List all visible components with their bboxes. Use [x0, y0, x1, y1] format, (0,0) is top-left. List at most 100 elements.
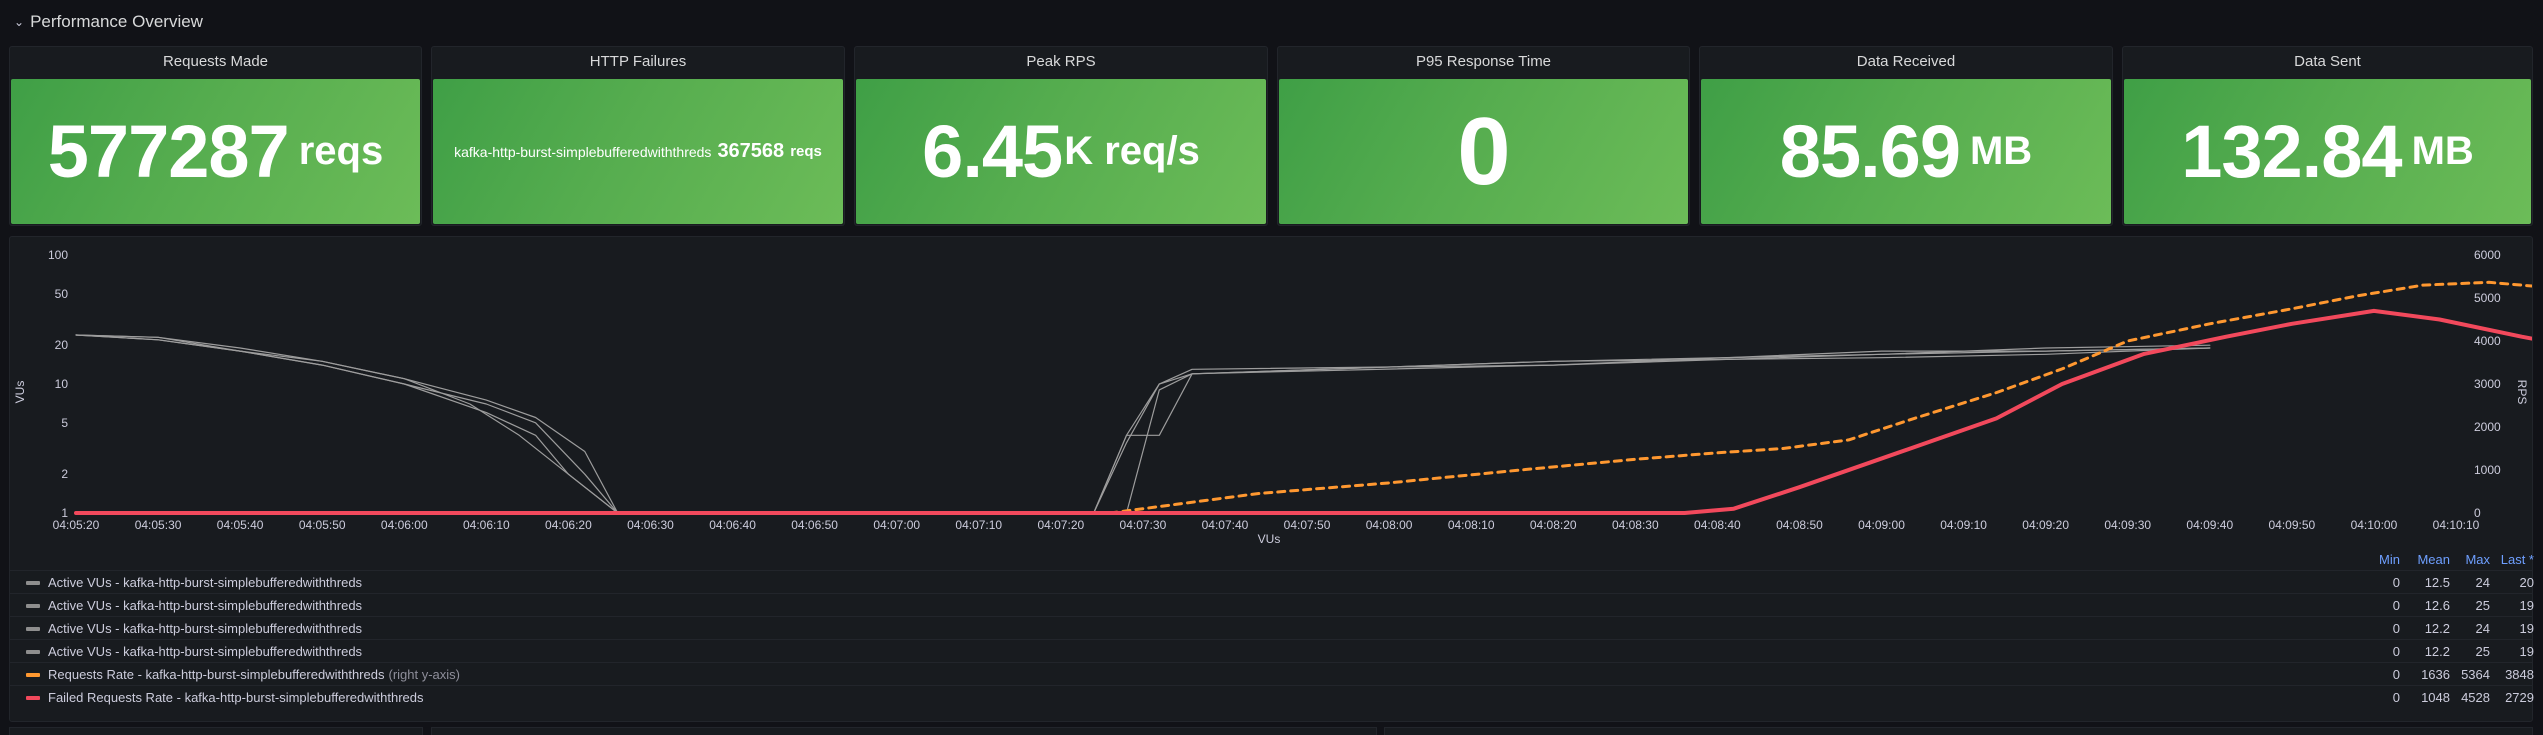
series-line-active-vus	[75, 334, 2211, 514]
stat-value: 577287	[47, 110, 290, 193]
legend-row[interactable]: Active VUs - kafka-http-burst-simplebuff…	[10, 593, 2534, 616]
timeseries-chart[interactable]: 125102050100 0100020003000400050006000 0…	[10, 237, 2532, 547]
x-axis-tick-label: 04:05:50	[299, 518, 346, 532]
stat-panel-data-received[interactable]: Data Received 85.69 MB	[1699, 46, 2113, 226]
legend-swatch	[26, 650, 40, 654]
right-axis-label: RPS	[2515, 380, 2529, 405]
right-axis-tick-label: 6000	[2474, 248, 2501, 262]
left-axis-tick-label: 100	[48, 248, 68, 262]
series-line-active-vus	[75, 334, 2211, 514]
x-axis-tick-label: 04:09:10	[1940, 518, 1987, 532]
legend-swatch	[26, 604, 40, 608]
legend-row[interactable]: Active VUs - kafka-http-burst-simplebuff…	[10, 570, 2534, 593]
graph-panel-vus-rps[interactable]: 1 2 5 10 20 50 100 0 1000 2000 3000 4000 5000 6000 0…	[9, 236, 2534, 722]
stat-title: Data Sent	[2294, 53, 2361, 70]
stat-title: Requests Made	[162, 53, 269, 70]
stat-panel-http-failures[interactable]: HTTP Failures kafka-http-burst-simplebuf…	[431, 46, 845, 226]
legend-last: 20	[2519, 575, 2534, 590]
x-axis-tick-label: 04:10:00	[2351, 518, 2398, 532]
left-axis-label: VUs	[13, 381, 27, 404]
x-axis-tick-label: 04:08:50	[1776, 518, 1823, 532]
x-axis-tick-label: 04:06:20	[545, 518, 592, 532]
x-axis-tick-label: 04:06:10	[463, 518, 510, 532]
stat-unit: reqs	[790, 143, 822, 160]
stat-unit: reqs	[298, 129, 384, 173]
stat-value: 6.45	[922, 110, 1063, 193]
legend-last: 3848	[2505, 667, 2534, 682]
legend-swatch	[26, 581, 40, 585]
stat-unit: K req/s	[1064, 129, 1200, 173]
x-axis-tick-label: 04:09:20	[2022, 518, 2069, 532]
stat-title: P95 Response Time	[1415, 53, 1552, 70]
legend-row[interactable]: Active VUs - kafka-http-burst-simplebuff…	[10, 639, 2534, 662]
legend-series-note: (right y-axis)	[388, 667, 460, 682]
legend-series-name: Requests Rate - kafka-http-burst-simpleb…	[48, 667, 460, 682]
x-axis-tick-label: 04:09:40	[2186, 518, 2233, 532]
legend-last: 19	[2519, 644, 2534, 659]
series-layer	[74, 280, 2532, 515]
legend-header-last[interactable]: Last *	[2474, 552, 2534, 567]
x-axis-tick-label: 04:07:40	[1202, 518, 1249, 532]
x-axis-tick-label: 04:09:30	[2104, 518, 2151, 532]
left-axis-tick-label: 20	[55, 338, 69, 352]
legend-series-name: Active VUs - kafka-http-burst-simplebuff…	[48, 621, 363, 636]
next-panel-3	[1384, 727, 2533, 735]
stat-value-area: 0	[1279, 79, 1688, 224]
stat-value: 367568	[717, 140, 785, 162]
legend-header: Min Mean Max Last *	[10, 548, 2534, 570]
stat-unit: MB	[2411, 129, 2474, 173]
legend-swatch	[26, 627, 40, 631]
stat-title: HTTP Failures	[589, 53, 687, 70]
x-axis-tick-label: 04:06:00	[381, 518, 428, 532]
stat-value: 0	[1457, 97, 1510, 205]
next-panel-2	[431, 727, 1377, 735]
x-axis-tick-label: 04:09:00	[1858, 518, 1905, 532]
stat-panel-p95-response-time[interactable]: P95 Response Time 0	[1277, 46, 1690, 226]
x-axis-tick-label: 04:06:40	[709, 518, 756, 532]
x-axis-tick-label: 04:10:10	[2433, 518, 2480, 532]
right-axis-tick-label: 3000	[2474, 377, 2501, 391]
chevron-down-icon: ⌄	[14, 15, 25, 29]
right-axis-tick-label: 2000	[2474, 420, 2501, 434]
legend-swatch	[26, 696, 40, 700]
x-axis-tick-label: 04:08:20	[1530, 518, 1577, 532]
legend-last: 2729	[2505, 690, 2534, 705]
x-axis-ticks: 04:05:20 04:05:30 04:05:40 04:05:50 04:06:00…	[53, 518, 2480, 532]
stat-value-area: 6.45 K req/s	[856, 79, 1266, 224]
stat-title: Data Received	[1856, 53, 1956, 70]
legend-series-name: Active VUs - kafka-http-burst-simplebuff…	[48, 598, 363, 613]
right-axis-tick-label: 5000	[2474, 291, 2501, 305]
x-axis-label: VUs	[1258, 532, 1281, 546]
stat-value-area: kafka-http-burst-simplebufferedwiththred…	[433, 79, 843, 224]
x-axis-tick-label: 04:08:00	[1366, 518, 1413, 532]
legend-row[interactable]: Requests Rate - kafka-http-burst-simpleb…	[10, 662, 2534, 685]
left-axis-ticks: 125102050100	[48, 248, 68, 520]
legend-row[interactable]: Active VUs - kafka-http-burst-simplebuff…	[10, 616, 2534, 639]
next-panel-1	[9, 727, 423, 735]
series-line-failed-requests	[74, 308, 2532, 515]
series-line-active-vus	[75, 334, 2211, 514]
legend-swatch	[26, 673, 40, 677]
left-axis-tick-label: 50	[55, 287, 69, 301]
left-axis-tick-label: 5	[61, 416, 68, 430]
left-axis-tick-label: 2	[61, 467, 68, 481]
legend-row[interactable]: Failed Requests Rate - kafka-http-burst-…	[10, 685, 2534, 708]
legend-table: Min Mean Max Last * Active VUs - kafka-h…	[10, 548, 2534, 708]
x-axis-tick-label: 04:08:40	[1694, 518, 1741, 532]
x-axis-tick-label: 04:05:40	[217, 518, 264, 532]
row-header-performance-overview[interactable]: ⌄ Performance Overview	[14, 10, 203, 34]
stat-value: 132.84	[2181, 110, 2402, 193]
x-axis-tick-label: 04:06:50	[791, 518, 838, 532]
row-title: Performance Overview	[30, 12, 203, 31]
stat-panel-requests-made[interactable]: Requests Made 577287 reqs	[9, 46, 422, 226]
stat-panel-data-sent[interactable]: Data Sent 132.84 MB	[2122, 46, 2533, 226]
stat-unit: MB	[1969, 129, 2033, 173]
x-axis-tick-label: 04:05:30	[135, 518, 182, 532]
stat-series-label: kafka-http-burst-simplebufferedwiththred…	[454, 143, 712, 160]
stat-value-area: 577287 reqs	[11, 79, 420, 224]
x-axis-tick-label: 04:08:30	[1612, 518, 1659, 532]
left-axis-tick-label: 10	[55, 377, 69, 391]
right-axis-tick-label: 4000	[2474, 334, 2501, 348]
stat-panel-peak-rps[interactable]: Peak RPS 6.45 K req/s	[854, 46, 1268, 226]
series-line-active-vus	[75, 334, 2211, 514]
